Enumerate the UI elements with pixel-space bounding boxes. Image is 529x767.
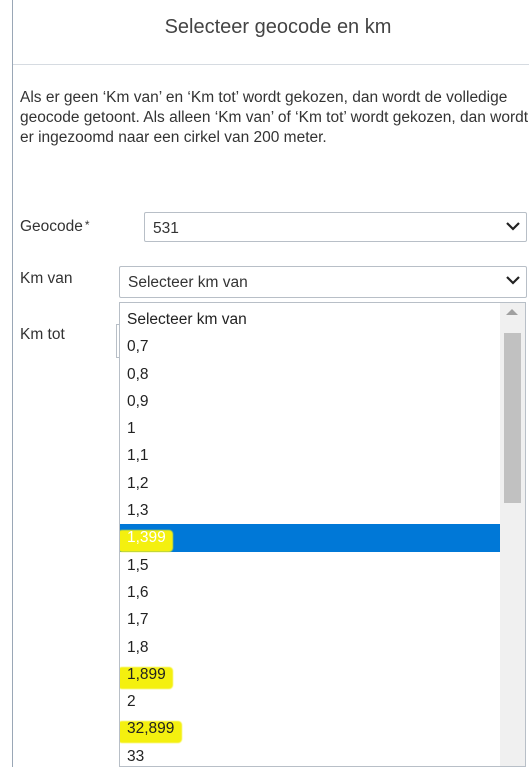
dropdown-option[interactable]: 1,5 — [120, 552, 501, 579]
dropdown-option[interactable]: 2 — [120, 688, 501, 715]
dropdown-option-label: 1,6 — [127, 583, 149, 601]
km-van-value: Selecteer km van — [128, 274, 248, 291]
dropdown-option[interactable]: 1,1 — [120, 442, 501, 469]
required-mark: * — [84, 218, 90, 232]
scrollbar-thumb[interactable] — [504, 333, 521, 503]
km-van-select[interactable]: Selecteer km van — [119, 266, 527, 298]
dropdown-option-label: 33 — [127, 747, 145, 765]
dropdown-option-label: 1,399 — [127, 529, 166, 547]
dialog-left-border — [12, 0, 13, 767]
geocode-label-text: Geocode — [20, 218, 83, 235]
dropdown-option-label: Selecteer km van — [127, 311, 247, 328]
dropdown-option[interactable]: 1,8 — [120, 634, 501, 661]
options-list: Selecteer km van 0,7 0,8 0,9 1 1,1 1,2 1,3 1,399… — [120, 306, 501, 766]
chevron-down-icon — [506, 276, 520, 285]
dropdown-option-label: 32,899 — [127, 720, 175, 738]
geocode-label: Geocode * — [20, 218, 90, 236]
dropdown-option-label: 1,1 — [127, 447, 149, 465]
scroll-up-arrow-icon[interactable] — [506, 309, 518, 315]
dropdown-option-label: 0,7 — [127, 338, 149, 356]
dropdown-option-label: 1,5 — [127, 556, 149, 574]
dropdown-option[interactable]: Selecteer km van — [120, 306, 501, 333]
dropdown-option[interactable]: 1 — [120, 415, 501, 442]
dropdown-option-label: 1,3 — [127, 502, 149, 520]
dropdown-option-label: 0,8 — [127, 365, 149, 383]
chevron-down-icon — [506, 222, 520, 231]
dialog-title: Selecteer geocode en km — [164, 16, 392, 38]
dropdown-option[interactable]: 1,3 — [120, 497, 501, 524]
dropdown-option-label: 2 — [127, 693, 136, 711]
dropdown-option-label: 1,2 — [127, 474, 149, 492]
dropdown-option-label: 1 — [127, 420, 136, 438]
dropdown-option[interactable]: 1,6 — [120, 579, 501, 606]
dropdown-option-label: 1,899 — [127, 665, 166, 683]
dialog-description: Als er geen ‘Km van’ en ‘Km tot’ wordt g… — [20, 89, 529, 146]
dropdown-option-label: 0,9 — [127, 392, 149, 410]
dropdown-option[interactable]: 0,8 — [120, 361, 501, 388]
dropdown-option-label: 1,7 — [127, 611, 149, 629]
km-van-label: Km van — [20, 270, 73, 287]
title-divider — [13, 64, 529, 65]
geocode-select[interactable]: 531 — [144, 212, 527, 242]
dialog-titlebar: Selecteer geocode en km × — [13, 0, 529, 64]
geocode-value: 531 — [153, 220, 179, 237]
km-tot-label: Km tot — [20, 326, 65, 343]
dropdown-option[interactable]: 0,7 — [120, 333, 501, 360]
dropdown-option[interactable]: 1,2 — [120, 470, 501, 497]
dropdown-option[interactable]: 1,899 — [120, 661, 501, 689]
dropdown-option-label: 1,8 — [127, 638, 149, 656]
dropdown-option[interactable]: 0,9 — [120, 388, 501, 415]
dropdown-option[interactable]: 33 — [120, 743, 501, 766]
km-van-dropdown-list[interactable]: Selecteer km van 0,7 0,8 0,9 1 1,1 1,2 1,3 1,399… — [119, 302, 526, 767]
scrollbar[interactable] — [500, 303, 525, 766]
dropdown-option[interactable]: 1,7 — [120, 606, 501, 633]
dropdown-option[interactable]: 1,399 — [120, 524, 501, 553]
dropdown-option[interactable]: 32,899 — [120, 715, 501, 744]
